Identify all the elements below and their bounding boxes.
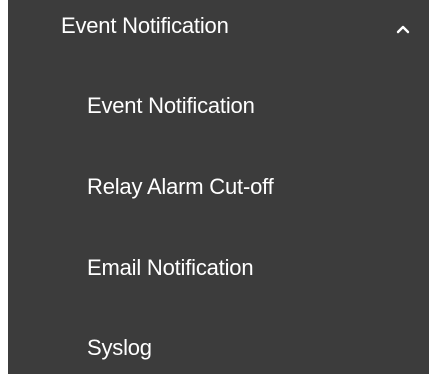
sidebar-item-syslog[interactable]: Syslog [8,322,429,378]
sidebar-item-relay-alarm-cut-off[interactable]: Relay Alarm Cut-off [8,161,429,217]
sidebar-item-email-notification[interactable]: Email Notification [8,242,429,298]
sidebar-menu: Event Notification Event Notification Re… [8,0,429,374]
section-header-label: Event Notification [61,13,229,38]
chevron-up-icon[interactable] [396,24,410,34]
sidebar-item-label: Email Notification [87,255,254,280]
section-header-event-notification[interactable]: Event Notification [8,0,429,56]
sidebar-item-label: Syslog [87,335,152,360]
sidebar-item-label: Event Notification [87,93,255,118]
sidebar-item-label: Relay Alarm Cut-off [87,174,274,199]
sidebar-item-event-notification[interactable]: Event Notification [8,80,429,136]
